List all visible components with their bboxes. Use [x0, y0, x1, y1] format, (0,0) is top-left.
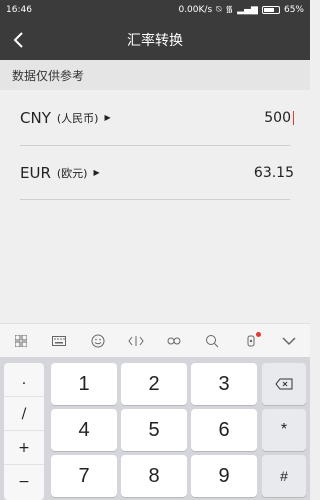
numeric-keyboard: . / + − 1 2 3 4 5 6 * 7 8 9 #: [0, 357, 310, 500]
keyboard-icon[interactable]: [48, 330, 70, 352]
search-icon[interactable]: [201, 330, 223, 352]
battery-icon: [261, 6, 280, 14]
chevron-left-icon: [13, 32, 23, 48]
keyboard-toolbar: [0, 323, 310, 357]
info-strip: 数据仅供参考: [0, 60, 310, 90]
key-1[interactable]: 1: [51, 363, 117, 405]
wifi-icon: ᯾: [225, 4, 234, 15]
cursor-move-icon[interactable]: [125, 330, 147, 352]
grid-icon[interactable]: [10, 330, 32, 352]
info-text: 数据仅供参考: [12, 68, 85, 83]
symbol-key-dot[interactable]: .: [4, 363, 44, 397]
chevron-down-icon[interactable]: [278, 330, 300, 352]
backspace-button[interactable]: [262, 363, 306, 405]
currency-row-cny[interactable]: CNY (人民币) ▶ 500: [0, 90, 310, 145]
key-8[interactable]: 8: [121, 455, 187, 497]
triangle-right-icon[interactable]: ▶: [93, 168, 99, 177]
key-3[interactable]: 3: [191, 363, 257, 405]
symbol-key-minus[interactable]: −: [4, 465, 44, 499]
status-right: 0.00K/s ⍉ ᯾ ▂▄▆ 65%: [178, 4, 304, 15]
text-caret: [293, 110, 294, 125]
key-4[interactable]: 4: [51, 409, 117, 451]
mute-icon: ⍉: [216, 4, 222, 15]
amount-value: 500: [264, 109, 291, 126]
status-bar: 16:46 0.00K/s ⍉ ᯾ ▂▄▆ 65%: [0, 0, 310, 20]
voice-icon[interactable]: [240, 330, 262, 352]
key-star[interactable]: *: [262, 409, 306, 451]
network-speed: 0.00K/s: [178, 4, 213, 15]
key-hash[interactable]: #: [262, 455, 306, 497]
emoji-icon[interactable]: [87, 330, 109, 352]
back-button[interactable]: [6, 28, 30, 52]
key-9[interactable]: 9: [191, 455, 257, 497]
converted-amount: 63.15: [253, 164, 294, 181]
currency-code: CNY: [20, 108, 51, 127]
app-bar: 汇率转换: [0, 20, 310, 60]
battery-percent: 65%: [283, 4, 304, 15]
link-icon[interactable]: [163, 330, 185, 352]
status-time: 16:46: [6, 5, 32, 15]
symbol-key-slash[interactable]: /: [4, 397, 44, 431]
currency-name: (人民币): [56, 111, 99, 125]
symbol-key-plus[interactable]: +: [4, 431, 44, 465]
amount-input[interactable]: 500: [264, 110, 294, 126]
symbol-column: . / + −: [4, 363, 44, 500]
currency-name: (欧元): [56, 166, 88, 180]
triangle-right-icon[interactable]: ▶: [104, 113, 110, 122]
backspace-icon: [275, 378, 293, 390]
key-2[interactable]: 2: [121, 363, 187, 405]
key-7[interactable]: 7: [51, 455, 117, 497]
currency-row-eur[interactable]: EUR (欧元) ▶ 63.15: [0, 145, 310, 200]
page-title: 汇率转换: [127, 33, 183, 49]
currency-code: EUR: [20, 163, 51, 182]
key-6[interactable]: 6: [191, 409, 257, 451]
notification-dot: [255, 331, 261, 337]
key-5[interactable]: 5: [121, 409, 187, 451]
divider: [20, 199, 290, 200]
signal-icon: ▂▄▆: [237, 4, 258, 15]
